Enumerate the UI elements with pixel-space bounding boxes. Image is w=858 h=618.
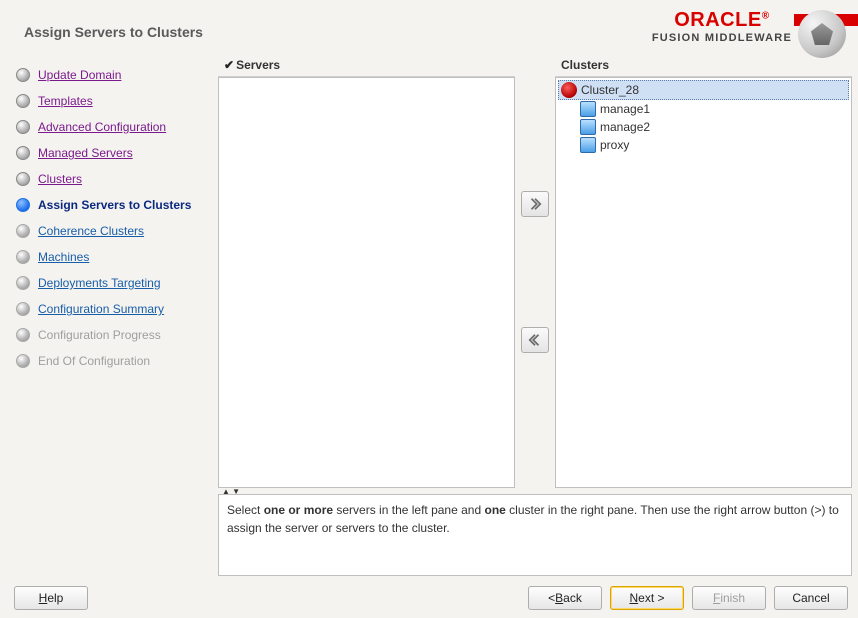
hint-panel: Select one or more servers in the left p… [218,494,852,576]
server-icon [580,137,596,153]
step-label[interactable]: Deployments Targeting [38,276,161,290]
step-label: Assign Servers to Clusters [38,198,191,212]
step-dot-icon [16,276,30,290]
server-node[interactable]: proxy [578,136,849,154]
brand-subtitle: FUSION MIDDLEWARE [652,32,792,44]
cancel-button[interactable]: Cancel [774,586,848,610]
next-button[interactable]: Next > [610,586,684,610]
wizard-step-5: Assign Servers to Clusters [16,192,210,218]
brand-logo-text: ORACLE® [652,10,792,30]
wizard-step-10: Configuration Progress [16,322,210,348]
server-node-label: proxy [600,138,629,152]
step-label: End Of Configuration [38,354,150,368]
server-node[interactable]: manage1 [578,100,849,118]
step-label[interactable]: Clusters [38,172,82,186]
chevron-left-icon [528,333,542,347]
cluster-icon [561,82,577,98]
chevron-right-icon [528,197,542,211]
step-label[interactable]: Advanced Configuration [38,120,166,134]
wizard-step-0[interactable]: Update Domain [16,62,210,88]
step-label[interactable]: Coherence Clusters [38,224,144,238]
step-label[interactable]: Update Domain [38,68,121,82]
wizard-step-6[interactable]: Coherence Clusters [16,218,210,244]
unassign-left-button[interactable] [521,327,549,353]
brand-emblem-icon [798,10,850,62]
step-label[interactable]: Machines [38,250,89,264]
cluster-node-label: Cluster_28 [581,83,639,97]
wizard-step-4[interactable]: Clusters [16,166,210,192]
step-label: Configuration Progress [38,328,161,342]
wizard-step-3[interactable]: Managed Servers [16,140,210,166]
step-label[interactable]: Templates [38,94,93,108]
step-dot-icon [16,224,30,238]
server-node-label: manage2 [600,120,650,134]
wizard-step-7[interactable]: Machines [16,244,210,270]
server-icon [580,101,596,117]
back-button[interactable]: < Back [528,586,602,610]
wizard-step-1[interactable]: Templates [16,88,210,114]
wizard-steps-sidebar: Update Domain Templates Advanced Configura… [0,54,218,578]
wizard-step-2[interactable]: Advanced Configuration [16,114,210,140]
step-dot-icon [16,250,30,264]
servers-pane-title: ✔Servers [218,56,515,77]
step-dot-icon [16,94,30,108]
step-dot-icon [16,198,30,212]
step-dot-icon [16,146,30,160]
step-dot-icon [16,354,30,368]
help-button[interactable]: Help [14,586,88,610]
step-label[interactable]: Configuration Summary [38,302,164,316]
server-node-label: manage1 [600,102,650,116]
server-node[interactable]: manage2 [578,118,849,136]
step-dot-icon [16,120,30,134]
wizard-step-9[interactable]: Configuration Summary [16,296,210,322]
page-title: Assign Servers to Clusters [24,24,203,40]
servers-tree[interactable] [218,77,515,488]
step-label[interactable]: Managed Servers [38,146,133,160]
server-icon [580,119,596,135]
clusters-tree[interactable]: Cluster_28 manage1 manage2 proxy [555,77,852,488]
wizard-step-11: End Of Configuration [16,348,210,374]
step-dot-icon [16,328,30,342]
step-dot-icon [16,68,30,82]
step-dot-icon [16,302,30,316]
wizard-step-8[interactable]: Deployments Targeting [16,270,210,296]
cluster-node[interactable]: Cluster_28 [558,80,849,100]
assign-right-button[interactable] [521,191,549,217]
step-dot-icon [16,172,30,186]
finish-button: Finish [692,586,766,610]
